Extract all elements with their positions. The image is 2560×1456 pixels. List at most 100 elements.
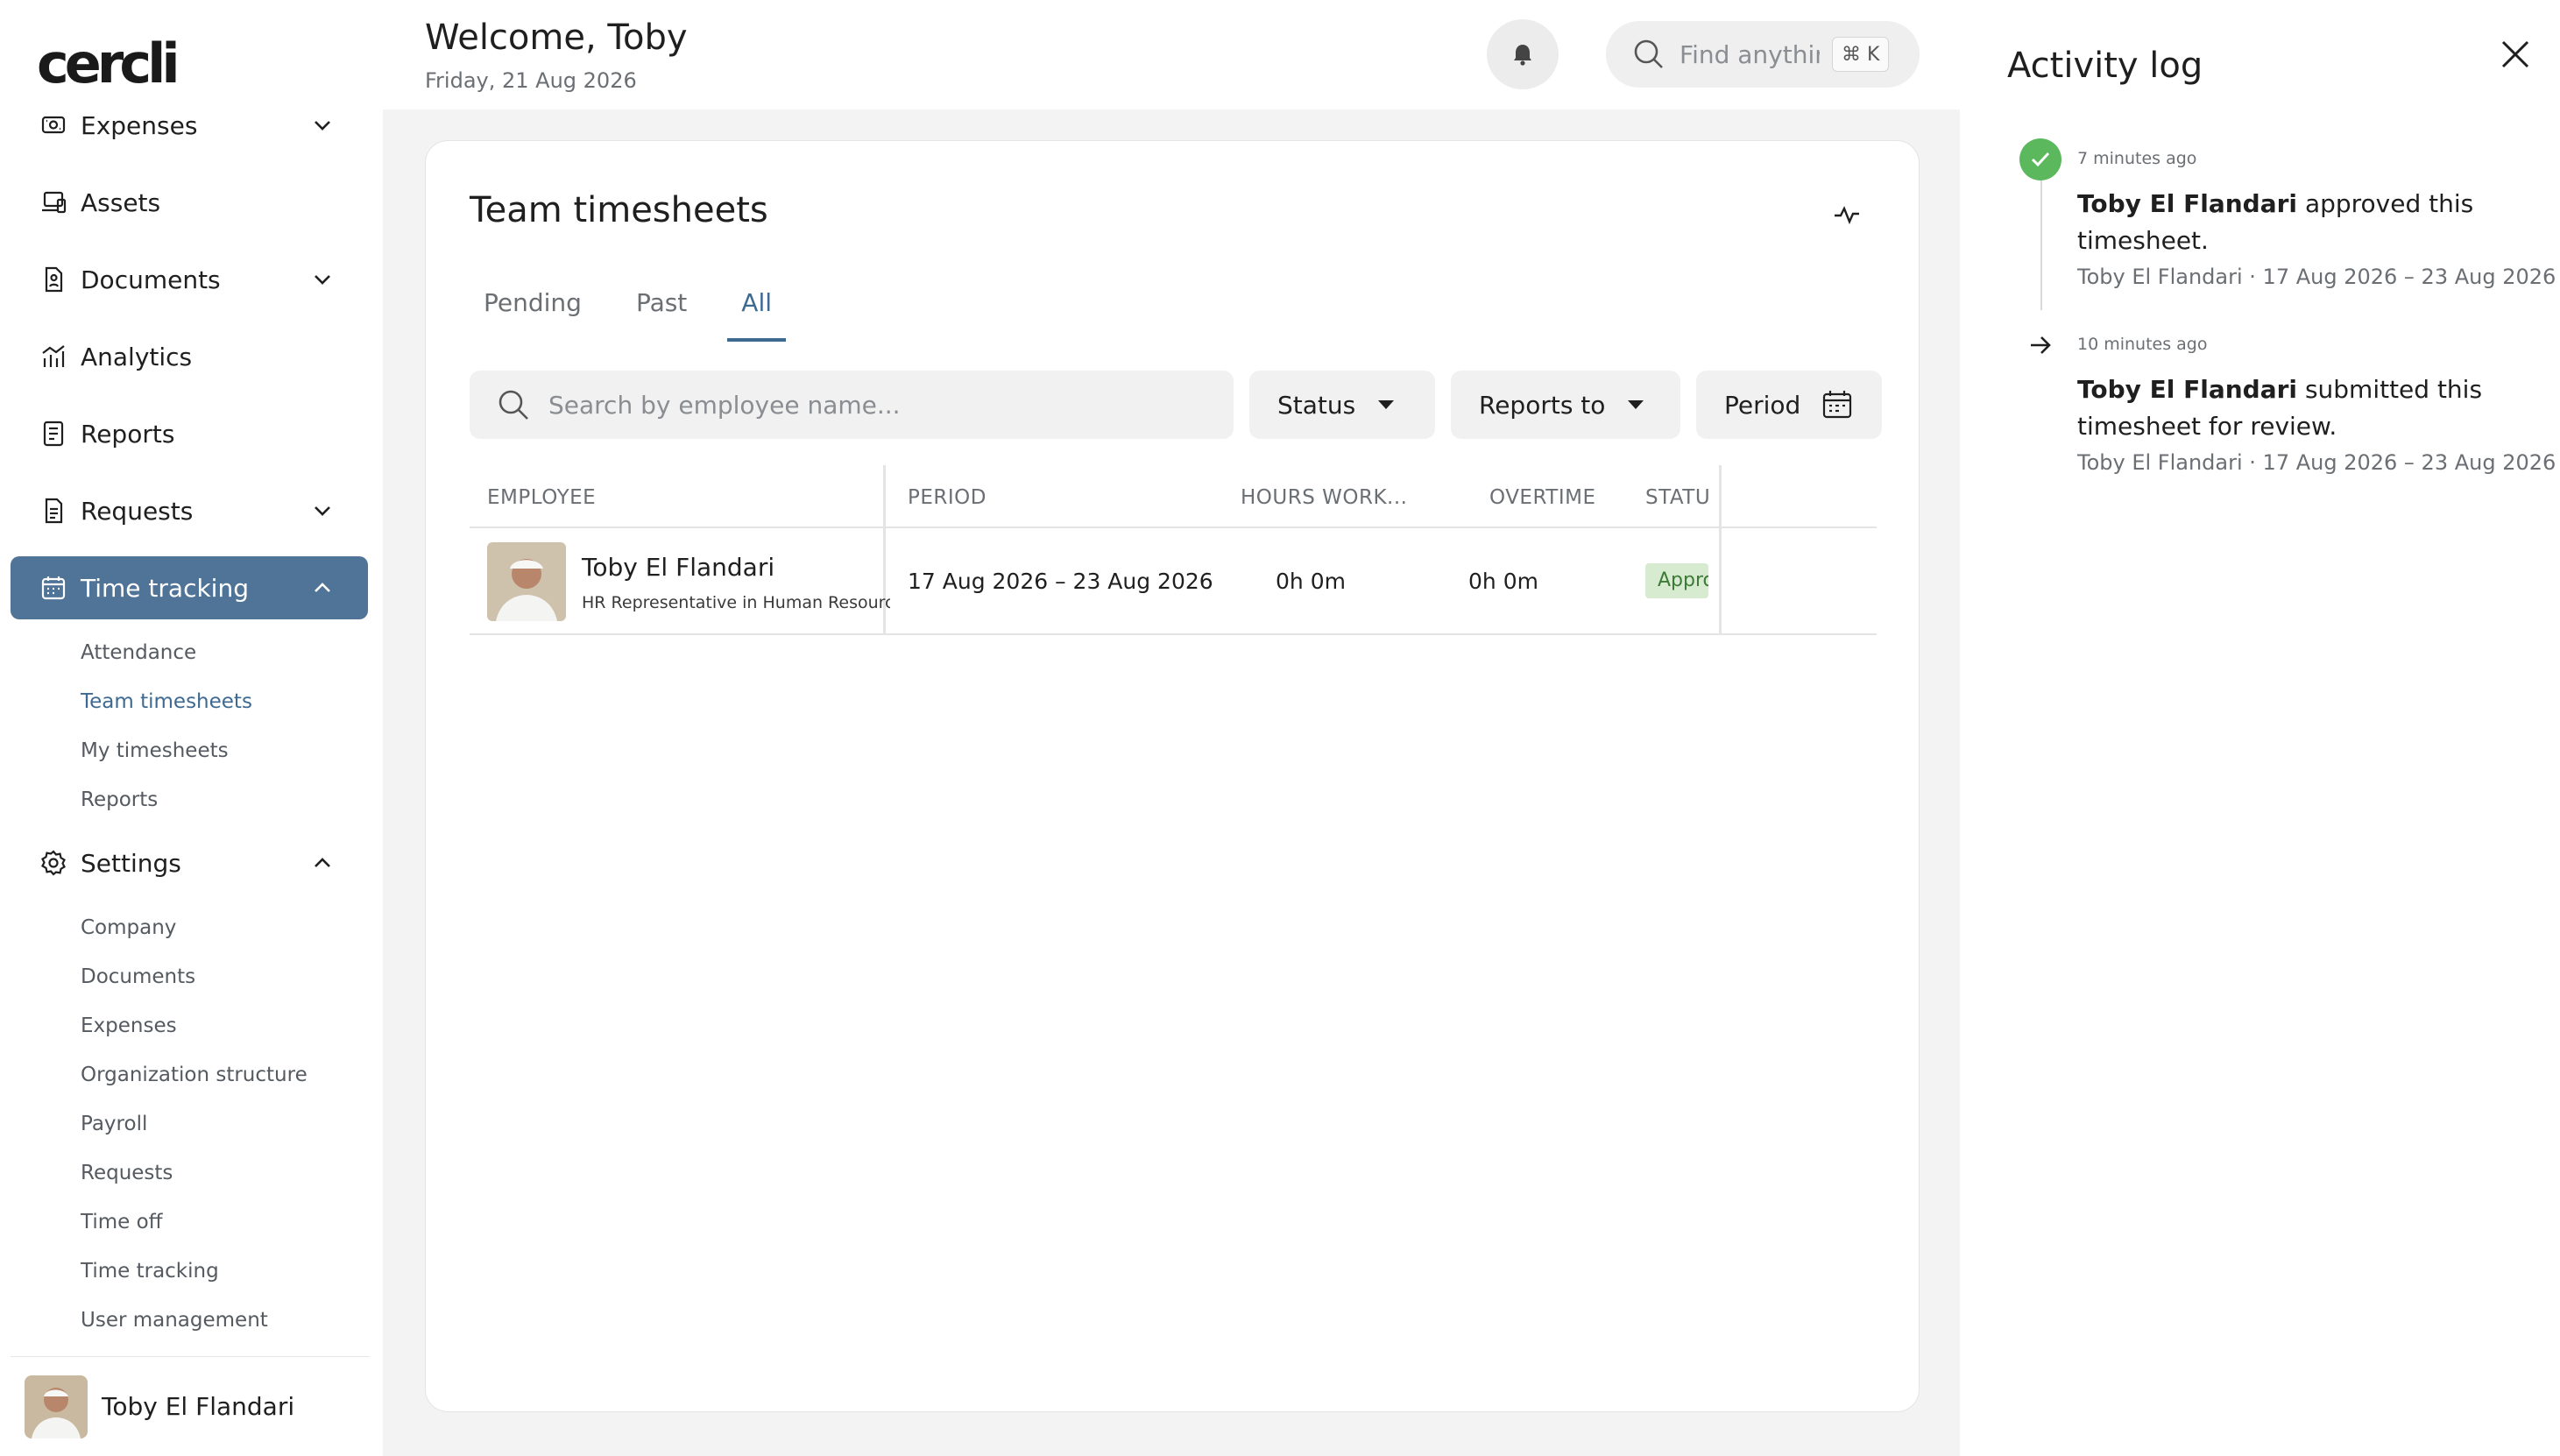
caret-down-icon (1378, 400, 1395, 409)
subnav-payroll[interactable]: Payroll (81, 1099, 368, 1149)
global-search-placeholder: Find anythir (1680, 39, 1820, 69)
sidebar-item-documents[interactable]: Documents (11, 248, 368, 311)
event-description: Toby El Flandari approved this timesheet… (2077, 186, 2533, 259)
app-root: cercli Expenses Assets Documents Analyti… (0, 0, 2560, 1456)
column-hours-worked[interactable]: HOURS WORK... (1241, 486, 1407, 509)
chevron-up-icon (315, 583, 330, 592)
event-time: 10 minutes ago (2077, 335, 2208, 354)
arrow-right-icon (2019, 324, 2061, 366)
tab-pending[interactable]: Pending (470, 281, 596, 342)
request-icon (39, 496, 68, 526)
report-icon (39, 419, 68, 449)
sidebar-item-label: Assets (81, 187, 161, 217)
period-filter-label: Period (1724, 390, 1801, 420)
receipt-icon (39, 110, 68, 140)
subnav-team-timesheets[interactable]: Team timesheets (81, 677, 368, 726)
current-user[interactable]: Toby El Flandari (11, 1356, 370, 1456)
global-search[interactable]: Find anythir ⌘ K (1606, 21, 1920, 88)
sidebar-item-label: Settings (81, 848, 181, 878)
subnav-time-off[interactable]: Time off (81, 1198, 368, 1247)
analytics-icon (39, 342, 68, 371)
row-hours-worked: 0h 0m (1276, 569, 1346, 594)
main-content: Welcome, Toby Friday, 21 Aug 2026 Find a… (383, 0, 1960, 1456)
calendar-icon (1823, 391, 1852, 419)
chevron-down-icon (315, 121, 330, 131)
reports-to-filter[interactable]: Reports to (1451, 371, 1680, 439)
sidebar-nav: Expenses Assets Documents Analytics Repo… (11, 101, 368, 1352)
employee-name: Toby El Flandari (582, 553, 775, 582)
column-overtime[interactable]: OVERTIME (1489, 486, 1595, 509)
row-overtime: 0h 0m (1468, 569, 1538, 594)
sidebar-item-label: Reports (81, 419, 175, 449)
sidebar-item-label: Analytics (81, 342, 193, 371)
settings-submenu: Company Documents Expenses Organization … (11, 903, 368, 1345)
caret-down-icon (1628, 400, 1644, 409)
column-employee[interactable]: EMPLOYEE (487, 486, 596, 509)
status-filter[interactable]: Status (1249, 371, 1435, 439)
sidebar-item-reports[interactable]: Reports (11, 402, 368, 465)
sidebar-item-expenses[interactable]: Expenses (11, 94, 368, 157)
subnav-user-management[interactable]: User management (81, 1296, 368, 1345)
sidebar-item-label: Time tracking (81, 573, 249, 603)
subnav-time-tracking[interactable]: Time tracking (81, 1247, 368, 1296)
app-logo[interactable]: cercli (37, 32, 180, 95)
column-status[interactable]: STATU (1645, 486, 1714, 509)
employee-role: HR Representative in Human Resources (582, 593, 890, 612)
table-row[interactable]: Toby El Flandari HR Representative in Hu… (470, 528, 1877, 635)
laptop-icon (39, 187, 68, 217)
event-meta: Toby El Flandari · 17 Aug 2026 – 23 Aug … (2077, 450, 2556, 475)
notifications-button[interactable] (1487, 19, 1559, 89)
subnav-expenses[interactable]: Expenses (81, 1001, 368, 1050)
team-timesheets-card: Team timesheets Pending Past All Search … (425, 140, 1920, 1412)
reports-to-filter-label: Reports to (1479, 390, 1606, 420)
subnav-company[interactable]: Company (81, 903, 368, 952)
search-icon (1634, 39, 1663, 68)
tab-past[interactable]: Past (622, 281, 701, 342)
sidebar-item-assets[interactable]: Assets (11, 171, 368, 234)
top-bar: Welcome, Toby Friday, 21 Aug 2026 Find a… (383, 0, 1960, 110)
subnav-my-timesheets[interactable]: My timesheets (81, 726, 368, 775)
timesheets-table: EMPLOYEE PERIOD HOURS WORK... OVERTIME S… (470, 465, 1877, 635)
sidebar: cercli Expenses Assets Documents Analyti… (0, 0, 383, 1456)
sidebar-item-time-tracking[interactable]: Time tracking (11, 556, 368, 619)
user-name: Toby El Flandari (102, 1392, 295, 1421)
time-tracking-submenu: Attendance Team timesheets My timesheets… (11, 628, 368, 824)
subnav-documents[interactable]: Documents (81, 952, 368, 1001)
column-period[interactable]: PERIOD (908, 486, 987, 509)
current-date: Friday, 21 Aug 2026 (425, 68, 637, 93)
filter-bar: Search by employee name... Status Report… (470, 371, 1882, 439)
document-icon (39, 265, 68, 294)
table-header: EMPLOYEE PERIOD HOURS WORK... OVERTIME S… (470, 465, 1877, 528)
activity-log-button[interactable] (1829, 197, 1864, 232)
bell-icon (1514, 45, 1531, 66)
timeline-connector (2040, 180, 2042, 310)
subnav-attendance[interactable]: Attendance (81, 628, 368, 677)
subnav-reports[interactable]: Reports (81, 775, 368, 824)
period-filter[interactable]: Period (1696, 371, 1882, 439)
chevron-down-icon (315, 506, 330, 516)
subnav-organization-structure[interactable]: Organization structure (81, 1050, 368, 1099)
event-meta: Toby El Flandari · 17 Aug 2026 – 23 Aug … (2077, 265, 2556, 289)
sidebar-item-requests[interactable]: Requests (11, 479, 368, 542)
panel-title: Activity log (2007, 46, 2203, 86)
employee-search-placeholder: Search by employee name... (548, 390, 901, 420)
chevron-down-icon (315, 275, 330, 285)
search-shortcut: ⌘ K (1832, 37, 1890, 72)
activity-log-panel: Activity log 7 minutes ago Toby El Fland… (1960, 0, 2560, 1456)
subnav-requests[interactable]: Requests (81, 1149, 368, 1198)
welcome-heading: Welcome, Toby (425, 18, 688, 58)
status-badge: Appro (1645, 563, 1708, 598)
event-actor: Toby El Flandari (2077, 189, 2298, 218)
employee-search-input[interactable]: Search by employee name... (470, 371, 1234, 439)
page-title: Team timesheets (470, 190, 768, 230)
sidebar-item-label: Requests (81, 496, 194, 526)
tab-all[interactable]: All (727, 281, 787, 342)
close-icon[interactable] (2496, 35, 2535, 74)
row-period: 17 Aug 2026 – 23 Aug 2026 (908, 569, 1213, 594)
sidebar-item-settings[interactable]: Settings (11, 831, 368, 894)
avatar (487, 542, 566, 621)
sidebar-item-analytics[interactable]: Analytics (11, 325, 368, 388)
status-filter-label: Status (1277, 390, 1356, 420)
search-icon (499, 390, 528, 420)
check-icon (2019, 138, 2061, 180)
